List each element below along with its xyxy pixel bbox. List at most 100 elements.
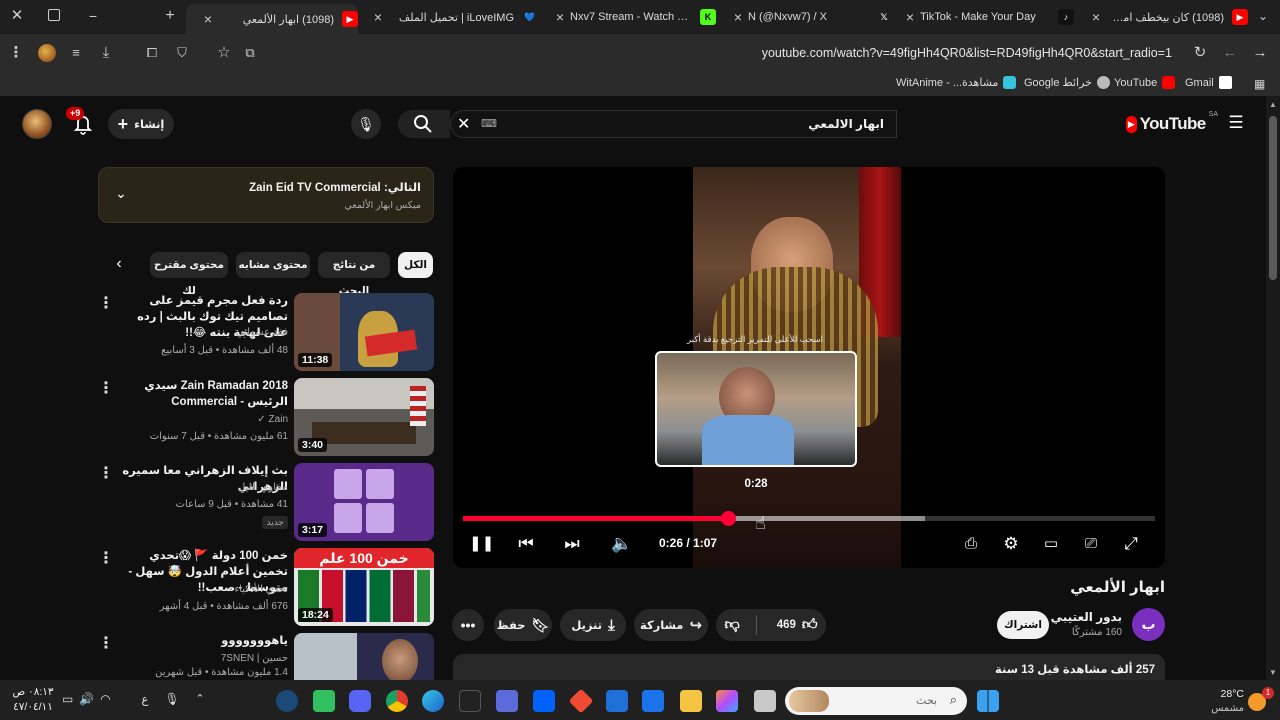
minimize-icon[interactable]: − bbox=[86, 8, 100, 24]
tab-youtube-2[interactable]: ▶ (1098) كان بيخطف امي ولكن × bbox=[1080, 4, 1248, 30]
tab-youtube-active[interactable]: ▶ (1098) ابهار الألمعي × bbox=[186, 4, 358, 34]
close-icon[interactable]: × bbox=[374, 9, 382, 25]
youtube-logo[interactable]: ▶ YouTube SA bbox=[1126, 111, 1218, 135]
clock-date[interactable]: ٤٧/٠٤/١١ bbox=[8, 701, 58, 713]
search-input[interactable]: ابهار الالمعي ⌨ ✕ bbox=[450, 110, 897, 138]
settings-gear-icon[interactable]: ⚙ bbox=[1000, 533, 1022, 555]
bookmark-maps[interactable]: خرائط Google bbox=[1024, 76, 1110, 89]
more-vert-icon[interactable]: ⋮ bbox=[98, 548, 114, 568]
save-button[interactable]: 🔖︎ حفظ bbox=[494, 609, 552, 641]
scroll-up-icon[interactable]: ▲ bbox=[1269, 100, 1277, 109]
channel-avatar[interactable]: ب bbox=[1132, 608, 1165, 641]
volume-icon[interactable]: 🔈 bbox=[611, 533, 633, 555]
chips-scroll-left-icon[interactable]: ‹ bbox=[110, 255, 128, 275]
chip-from-search[interactable]: من نتائج البحث bbox=[318, 252, 390, 297]
teams-icon[interactable] bbox=[313, 690, 335, 712]
bookmark-gmail[interactable]: Gmail bbox=[1185, 76, 1232, 89]
forward-icon[interactable]: → bbox=[1250, 43, 1270, 63]
close-icon[interactable]: × bbox=[204, 11, 212, 27]
shield-icon[interactable]: ⛉ bbox=[172, 43, 192, 63]
restore-icon[interactable] bbox=[48, 9, 60, 21]
download-button[interactable]: ⤓ تنزيل bbox=[560, 609, 626, 641]
description-box[interactable]: 257 ألف مشاهدة قبل 13 سنة bbox=[453, 654, 1165, 680]
scrollbar-thumb[interactable] bbox=[1269, 116, 1277, 280]
create-button[interactable]: + إنشاء bbox=[108, 109, 174, 139]
download-icon[interactable]: ⤓ bbox=[96, 43, 116, 63]
tab-list-icon[interactable]: ⌄ bbox=[1255, 9, 1271, 25]
tab-x[interactable]: 𝕏 N (@Nxvw7) / X × bbox=[722, 4, 892, 30]
show-hidden-icons[interactable]: ⌃ bbox=[192, 692, 208, 708]
start-windows-icon[interactable] bbox=[977, 690, 999, 712]
more-vert-icon[interactable]: ⋮ bbox=[98, 463, 114, 483]
list-item[interactable]: خمن 100 علم 18:24 خمن 100 دولة 🚩 😱تحدي ت… bbox=[98, 548, 434, 628]
share-button[interactable]: ↪ مشاركة bbox=[634, 609, 708, 641]
more-actions-button[interactable]: ••• bbox=[452, 609, 484, 641]
more-vert-icon[interactable]: ⋮ bbox=[98, 633, 114, 653]
close-icon[interactable]: × bbox=[734, 9, 742, 25]
weather-widget[interactable]: 1 28°C مشمس bbox=[1204, 685, 1274, 715]
list-item[interactable]: 3:17 بث إيلاف الزهراني معا سميره الزهران… bbox=[98, 463, 434, 543]
taskbar-search[interactable]: ⌕ بحث bbox=[785, 687, 967, 715]
keyboard-icon[interactable]: ⌨ bbox=[481, 117, 497, 130]
next-icon[interactable]: ⏭ bbox=[561, 533, 583, 555]
list-item[interactable]: 11:38 ردة فعل مجرم قيمز على تصاميم تيك ت… bbox=[98, 293, 434, 373]
discord-icon[interactable] bbox=[349, 690, 371, 712]
account-avatar[interactable] bbox=[22, 109, 52, 139]
scroll-down-icon[interactable]: ▼ bbox=[1269, 668, 1277, 677]
dropbox-icon[interactable] bbox=[533, 690, 555, 712]
store-icon[interactable] bbox=[642, 690, 664, 712]
fullscreen-icon[interactable]: ⤢ bbox=[1120, 533, 1142, 555]
close-icon[interactable]: × bbox=[556, 9, 564, 25]
miniplayer-icon[interactable]: ▭ bbox=[1040, 533, 1062, 555]
voice-search-button[interactable]: 🎙 bbox=[351, 109, 381, 139]
close-icon[interactable]: × bbox=[906, 9, 914, 25]
previous-icon[interactable]: ⏮ bbox=[515, 533, 537, 555]
tab-tiktok[interactable]: ♪ TikTok - Make Your Day × bbox=[898, 4, 1074, 30]
progress-bar[interactable] bbox=[463, 511, 1155, 526]
bookmark-youtube[interactable]: YouTube bbox=[1114, 76, 1176, 89]
input-language[interactable]: ع bbox=[138, 692, 152, 708]
page-scrollbar[interactable]: ▲ ▼ bbox=[1266, 96, 1280, 680]
subscribe-button[interactable]: اشتراك bbox=[997, 611, 1049, 639]
tab-kick[interactable]: K Nxv7 Stream - Watch Live × bbox=[544, 4, 716, 30]
outlook-icon[interactable] bbox=[606, 690, 628, 712]
window-close-icon[interactable]: ✕ bbox=[10, 6, 24, 24]
edge-icon[interactable] bbox=[422, 690, 444, 712]
chip-all[interactable]: الكل bbox=[398, 252, 433, 278]
list-item[interactable]: 3:40 Zain Ramadan 2018 سيدي الرئيس - Com… bbox=[98, 378, 434, 458]
chrome-icon[interactable] bbox=[386, 690, 408, 712]
chip-similar[interactable]: محتوى مشابه bbox=[236, 252, 310, 278]
folder-icon[interactable] bbox=[680, 690, 702, 712]
dislike-button[interactable]: 👎︎ bbox=[724, 616, 743, 634]
more-vert-icon[interactable]: ⋮ bbox=[98, 378, 114, 398]
scrubber-handle[interactable] bbox=[720, 511, 736, 526]
reload-icon[interactable]: ↻ bbox=[1190, 43, 1210, 63]
steam-icon[interactable] bbox=[276, 690, 298, 712]
reading-list-icon[interactable]: ≡ bbox=[66, 43, 86, 63]
bookmark-witanime[interactable]: مشاهدة... - WitAnime bbox=[896, 76, 1017, 89]
captions-icon[interactable]: ⎙ bbox=[960, 533, 982, 555]
back-icon[interactable]: ← bbox=[1220, 43, 1240, 63]
clock-time[interactable]: ٠٨:١٣ ص bbox=[8, 686, 58, 698]
system-tray-icons[interactable]: ▭🔊◠ bbox=[62, 692, 122, 708]
apps-grid-icon[interactable]: ▦ bbox=[1254, 77, 1268, 91]
guide-menu-icon[interactable]: ☰ bbox=[1226, 113, 1246, 133]
epic-games-icon[interactable] bbox=[459, 690, 481, 712]
extensions-icon[interactable]: ⧠ bbox=[142, 43, 162, 63]
clear-search-icon[interactable]: ✕ bbox=[457, 114, 470, 134]
bookmark-star-icon[interactable]: ☆ bbox=[214, 43, 234, 63]
list-item[interactable]: ياهووووووو حسين | 7SNEN 1.4 مليون مشاهدة… bbox=[98, 633, 434, 680]
file-icon[interactable] bbox=[754, 690, 776, 712]
tab-iloveimg[interactable]: 💙 iLoveIMG | تحميل الملف × bbox=[364, 4, 538, 30]
chevron-down-icon[interactable]: ⌄ bbox=[113, 185, 129, 201]
next-up-panel[interactable]: التالي: Zain Eid TV Commercial ميكس ابها… bbox=[98, 167, 434, 223]
pause-icon[interactable]: ❚❚ bbox=[469, 533, 494, 555]
more-vert-icon[interactable]: ⋮ bbox=[98, 293, 114, 313]
anydesk-icon[interactable] bbox=[568, 688, 594, 714]
like-button[interactable]: 👍︎ 469 bbox=[769, 616, 818, 634]
new-tab-button[interactable]: + bbox=[162, 8, 178, 24]
close-icon[interactable]: × bbox=[1092, 9, 1100, 25]
video-player[interactable]: اسحب للأعلى للتمرير الترجيع بدقة أكبر 0:… bbox=[453, 167, 1165, 568]
profile-avatar[interactable] bbox=[38, 44, 56, 62]
bandwidth-icon[interactable] bbox=[496, 690, 518, 712]
